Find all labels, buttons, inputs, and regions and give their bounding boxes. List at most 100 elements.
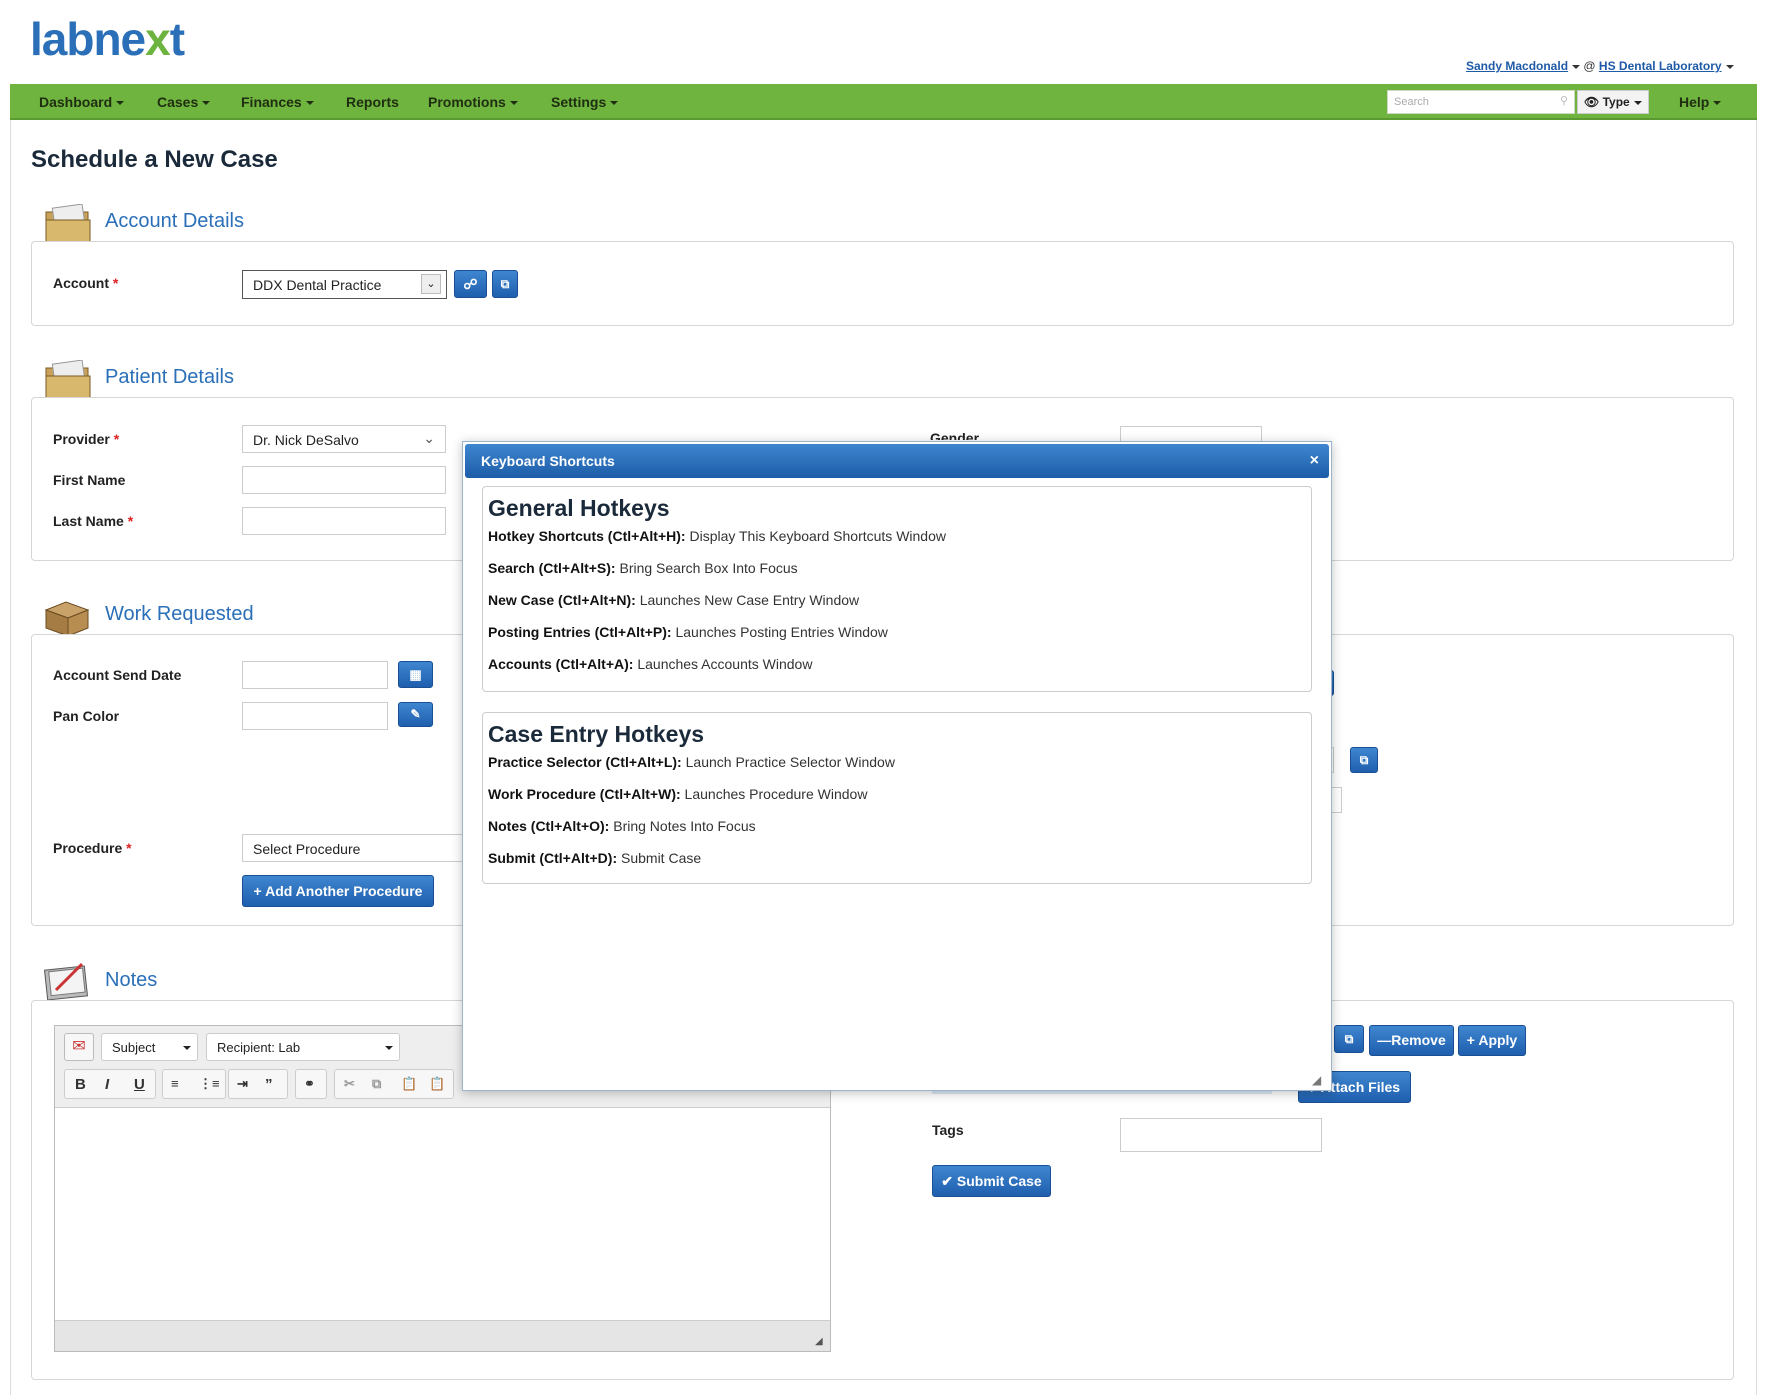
search-icon: ⚲: [1559, 95, 1568, 107]
search-type-dropdown[interactable]: 👁 Type: [1577, 90, 1649, 114]
section-title-patient: Patient Details: [105, 366, 234, 388]
pan-color-label: Pan Color: [53, 708, 120, 724]
hotkey-item: Notes (Ctl+Alt+O): Bring Notes Into Focu…: [488, 818, 756, 834]
folder-icon: [44, 203, 91, 245]
chevron-down-icon: ⌄: [423, 430, 435, 446]
calendar-button[interactable]: ▦: [398, 661, 433, 688]
modal-header: Keyboard Shortcuts ×: [465, 444, 1329, 478]
nav-dashboard[interactable]: Dashboard: [39, 94, 125, 110]
chevron-down-icon: [509, 101, 518, 106]
pencil-icon: ✎: [410, 707, 421, 721]
labnext-logo[interactable]: labnext: [30, 12, 185, 66]
paste-icon[interactable]: 📋: [401, 1076, 417, 1092]
popout-icon: ⧉: [1359, 753, 1369, 767]
chevron-down-icon: [1725, 64, 1734, 69]
group-title: Case Entry Hotkeys: [488, 721, 705, 747]
last-name-label: Last Name *: [53, 513, 134, 529]
section-title-work: Work Requested: [105, 603, 254, 625]
user-menu: Sandy Macdonald @ HS Dental Laboratory: [1466, 59, 1734, 73]
tags-input[interactable]: [1120, 1118, 1322, 1152]
hotkey-item: Work Procedure (Ctl+Alt+W): Launches Pro…: [488, 786, 868, 802]
popout-icon: ⧉: [1344, 1032, 1354, 1046]
tags-label: Tags: [932, 1122, 964, 1138]
hotkey-item: Hotkey Shortcuts (Ctl+Alt+H): Display Th…: [488, 528, 946, 544]
hotkey-item: Posting Entries (Ctl+Alt+P): Launches Po…: [488, 624, 888, 640]
search-input[interactable]: Search ⚲: [1387, 90, 1575, 114]
mail-flag-icon: ✉: [72, 1038, 86, 1055]
lab-name-link[interactable]: HS Dental Laboratory: [1599, 59, 1722, 73]
indent-group: ⇥ ”: [228, 1069, 288, 1099]
hotkey-item: New Case (Ctl+Alt+N): Launches New Case …: [488, 592, 860, 608]
cut-icon[interactable]: ✂: [344, 1076, 355, 1092]
section-title-notes: Notes: [105, 969, 158, 991]
popout-button[interactable]: ⧉: [492, 270, 518, 298]
account-select[interactable]: DDX Dental Practice: [242, 270, 447, 299]
chevron-down-icon: [1633, 100, 1642, 105]
hotkey-item: Submit (Ctl+Alt+D): Submit Case: [488, 850, 702, 866]
color-picker-button[interactable]: ✎: [398, 702, 433, 727]
procedure-label: Procedure *: [53, 840, 132, 856]
subject-select[interactable]: Subject: [101, 1033, 198, 1061]
copy-icon[interactable]: ⧉: [372, 1076, 381, 1092]
recipient-select[interactable]: Recipient: Lab: [206, 1033, 400, 1061]
remove-button[interactable]: —Remove: [1369, 1025, 1454, 1056]
nav-cases[interactable]: Cases: [157, 94, 211, 110]
chevron-down-icon: [202, 101, 211, 106]
box-icon: [42, 596, 90, 637]
bold-icon[interactable]: B: [75, 1076, 86, 1093]
calendar-icon: ▦: [409, 667, 422, 682]
nav-help[interactable]: Help: [1679, 94, 1722, 110]
chevron-down-icon[interactable]: ⌄: [421, 274, 441, 294]
flag-button[interactable]: ✉: [64, 1033, 94, 1061]
link-group: ⚭: [295, 1069, 327, 1099]
send-date-input[interactable]: [242, 661, 388, 689]
popout-button[interactable]: ⧉: [1334, 1025, 1364, 1053]
procedure-select[interactable]: Select Procedure: [242, 834, 464, 862]
ordered-list-icon[interactable]: ≡: [171, 1076, 179, 1091]
close-icon[interactable]: ×: [1310, 452, 1319, 470]
user-name-link[interactable]: Sandy Macdonald: [1466, 59, 1568, 73]
underline-icon[interactable]: U: [134, 1076, 145, 1093]
clipboard-group: ✂ ⧉ 📋 📋: [334, 1069, 454, 1099]
list-group: ≡ ⋮≡: [162, 1069, 226, 1099]
paste-text-icon[interactable]: 📋: [429, 1076, 445, 1092]
gender-select[interactable]: [1120, 426, 1262, 442]
notepad-icon: [42, 958, 89, 1001]
submit-case-button[interactable]: ✔ Submit Case: [932, 1165, 1051, 1197]
eye-icon: 👁: [1584, 95, 1600, 109]
quote-icon[interactable]: ”: [265, 1076, 273, 1093]
provider-select[interactable]: Dr. Nick DeSalvo ⌄: [242, 425, 446, 453]
unordered-list-icon[interactable]: ⋮≡: [199, 1076, 220, 1092]
popout-button[interactable]: ⧉: [1350, 747, 1378, 773]
minus-icon: —: [1377, 1032, 1392, 1048]
nav-settings[interactable]: Settings: [551, 94, 619, 110]
chevron-down-icon: [1713, 101, 1722, 106]
modal-resize-icon[interactable]: ◢: [1312, 1073, 1321, 1087]
general-hotkeys-group: General Hotkeys Hotkey Shortcuts (Ctl+Al…: [482, 486, 1312, 692]
add-procedure-button[interactable]: + Add Another Procedure: [242, 875, 434, 907]
at-separator: @: [1583, 59, 1596, 73]
indent-icon[interactable]: ⇥: [237, 1076, 248, 1092]
apply-button[interactable]: + Apply: [1458, 1025, 1526, 1056]
nav-promotions[interactable]: Promotions: [428, 94, 518, 110]
modal-title: Keyboard Shortcuts: [481, 453, 615, 469]
chevron-down-icon: [1572, 64, 1581, 69]
nav-reports[interactable]: Reports: [346, 94, 399, 110]
nav-finances[interactable]: Finances: [241, 94, 314, 110]
popout-icon: ⧉: [500, 277, 510, 291]
first-name-input[interactable]: [242, 466, 446, 494]
section-title-account: Account Details: [105, 210, 244, 232]
chevron-down-icon: [610, 101, 619, 106]
chevron-down-icon: [305, 101, 314, 106]
handshake-button[interactable]: ☍: [454, 270, 487, 298]
hotkey-item: Accounts (Ctl+Alt+A): Launches Accounts …: [488, 656, 813, 672]
format-group: B I U: [64, 1069, 156, 1099]
link-icon[interactable]: ⚭: [304, 1076, 315, 1092]
provider-label: Provider *: [53, 431, 120, 447]
checkmark-icon: ✔: [941, 1173, 954, 1189]
italic-icon[interactable]: I: [105, 1076, 109, 1093]
last-name-input[interactable]: [242, 507, 446, 535]
resize-handle-icon[interactable]: ◢: [815, 1336, 823, 1347]
pan-color-input[interactable]: [242, 702, 388, 730]
chevron-down-icon: [385, 1046, 393, 1050]
